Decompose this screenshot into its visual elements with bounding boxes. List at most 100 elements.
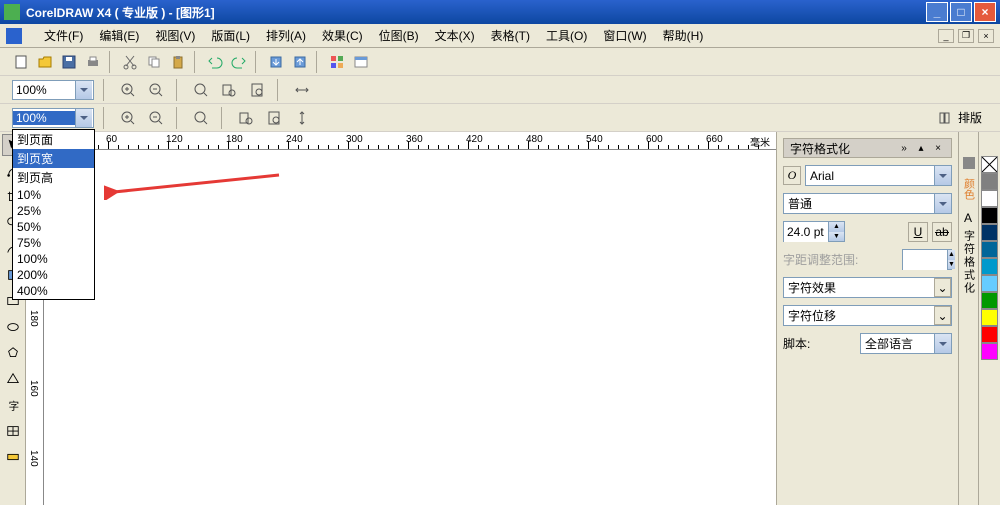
color-swatch[interactable] bbox=[981, 292, 998, 309]
menu-item[interactable]: 效果(C) bbox=[314, 25, 371, 46]
color-swatch[interactable] bbox=[981, 275, 998, 292]
zoom-option[interactable]: 400% bbox=[13, 283, 94, 299]
docker-tab-colors[interactable]: 颜色 bbox=[961, 178, 977, 200]
underline-button[interactable]: U bbox=[908, 222, 928, 242]
color-swatch[interactable] bbox=[981, 224, 998, 241]
chevron-down-icon[interactable] bbox=[75, 81, 92, 99]
no-color-swatch[interactable] bbox=[981, 156, 998, 173]
zoom-page-icon[interactable] bbox=[263, 107, 285, 129]
maximize-button[interactable]: □ bbox=[950, 2, 972, 22]
text-a-icon[interactable]: A bbox=[962, 210, 976, 224]
zoom-in-icon[interactable] bbox=[117, 79, 139, 101]
zoom-out-icon[interactable] bbox=[145, 107, 167, 129]
font-size-input[interactable] bbox=[784, 222, 828, 242]
strikethrough-button[interactable]: ab bbox=[932, 222, 952, 242]
cut-icon[interactable] bbox=[119, 51, 141, 73]
zoom-option[interactable]: 到页面 bbox=[13, 130, 94, 149]
mdi-minimize[interactable]: _ bbox=[938, 29, 954, 43]
zoom-all-icon[interactable] bbox=[235, 107, 257, 129]
docker-close-icon[interactable]: × bbox=[931, 141, 945, 155]
table-tool[interactable] bbox=[2, 420, 24, 442]
font-style-select[interactable]: 普通 bbox=[783, 193, 952, 214]
menu-item[interactable]: 窗口(W) bbox=[595, 25, 654, 46]
zoom-in-icon[interactable] bbox=[117, 107, 139, 129]
polygon-tool[interactable] bbox=[2, 342, 24, 364]
zoom-option[interactable]: 75% bbox=[13, 235, 94, 251]
spin-down[interactable]: ▼ bbox=[828, 232, 844, 242]
zoom-combo-1[interactable] bbox=[12, 80, 94, 100]
zoom-combo-2[interactable]: 到页面到页宽到页高10%25%50%75%100%200%400% bbox=[12, 108, 94, 128]
docker-tab-label[interactable]: 字符格式化 bbox=[961, 230, 977, 295]
canvas[interactable] bbox=[44, 150, 776, 505]
color-swatch[interactable] bbox=[981, 207, 998, 224]
basic-shapes-tool[interactable] bbox=[2, 368, 24, 390]
color-swatch[interactable] bbox=[981, 190, 998, 207]
menu-item[interactable]: 版面(L) bbox=[203, 25, 258, 46]
new-icon[interactable] bbox=[10, 51, 32, 73]
minimize-button[interactable]: _ bbox=[926, 2, 948, 22]
color-swatch[interactable] bbox=[981, 309, 998, 326]
import-icon[interactable] bbox=[265, 51, 287, 73]
typeset-button[interactable]: 排版 bbox=[932, 107, 988, 128]
zoom-width-icon[interactable] bbox=[291, 79, 313, 101]
zoom-option[interactable]: 到页高 bbox=[13, 168, 94, 187]
menu-item[interactable]: 表格(T) bbox=[483, 25, 538, 46]
mdi-restore[interactable]: ❐ bbox=[958, 29, 974, 43]
menu-item[interactable]: 排列(A) bbox=[258, 25, 314, 46]
chevron-down-icon[interactable] bbox=[75, 109, 92, 127]
zoom-out-icon[interactable] bbox=[145, 79, 167, 101]
char-shift-select[interactable]: 字符位移⌄ bbox=[783, 305, 952, 326]
char-effects-select[interactable]: 字符效果⌄ bbox=[783, 277, 952, 298]
print-icon[interactable] bbox=[82, 51, 104, 73]
chevron-down-icon[interactable] bbox=[934, 334, 951, 353]
menu-item[interactable]: 帮助(H) bbox=[655, 25, 712, 46]
zoom-page-icon[interactable] bbox=[246, 79, 268, 101]
fill-icon[interactable] bbox=[962, 156, 976, 170]
document-icon[interactable] bbox=[6, 28, 22, 44]
expand-icon[interactable]: ⌄ bbox=[934, 306, 951, 325]
ellipse-tool[interactable] bbox=[2, 316, 24, 338]
undo-icon[interactable] bbox=[204, 51, 226, 73]
menu-item[interactable]: 文件(F) bbox=[36, 25, 91, 46]
open-icon[interactable] bbox=[34, 51, 56, 73]
close-button[interactable]: × bbox=[974, 2, 996, 22]
menu-item[interactable]: 工具(O) bbox=[538, 25, 595, 46]
color-swatch[interactable] bbox=[981, 343, 998, 360]
menu-item[interactable]: 编辑(E) bbox=[91, 25, 147, 46]
interactive-tool[interactable] bbox=[2, 446, 24, 468]
text-tool[interactable]: 字 bbox=[2, 394, 24, 416]
menu-item[interactable]: 位图(B) bbox=[371, 25, 427, 46]
menu-item[interactable]: 视图(V) bbox=[147, 25, 203, 46]
zoom-option[interactable]: 50% bbox=[13, 219, 94, 235]
docker-collapse-icon[interactable]: » bbox=[897, 141, 911, 155]
color-swatch[interactable] bbox=[981, 258, 998, 275]
copy-icon[interactable] bbox=[143, 51, 165, 73]
zoom-option[interactable]: 到页宽 bbox=[13, 149, 94, 168]
script-select[interactable]: 全部语言 bbox=[860, 333, 952, 354]
docker-menu-icon[interactable]: ▴ bbox=[914, 141, 928, 155]
menu-item[interactable]: 文本(X) bbox=[427, 25, 483, 46]
redo-icon[interactable] bbox=[228, 51, 250, 73]
zoom-all-icon[interactable] bbox=[218, 79, 240, 101]
welcome-icon[interactable] bbox=[350, 51, 372, 73]
zoom-input-1[interactable] bbox=[13, 83, 75, 97]
spin-up[interactable]: ▲ bbox=[828, 222, 844, 232]
zoom-option[interactable]: 10% bbox=[13, 187, 94, 203]
zoom-selection-icon[interactable] bbox=[190, 79, 212, 101]
zoom-selection-icon[interactable] bbox=[190, 107, 212, 129]
font-select[interactable]: Arial bbox=[805, 165, 952, 186]
paste-icon[interactable] bbox=[167, 51, 189, 73]
horizontal-ruler[interactable]: 毫米 060120180240300360420480540600660 bbox=[44, 132, 776, 150]
chevron-down-icon[interactable] bbox=[934, 166, 951, 185]
export-icon[interactable] bbox=[289, 51, 311, 73]
zoom-option[interactable]: 100% bbox=[13, 251, 94, 267]
expand-icon[interactable]: ⌄ bbox=[934, 278, 951, 297]
zoom-height-icon[interactable] bbox=[291, 107, 313, 129]
chevron-down-icon[interactable] bbox=[934, 194, 951, 213]
color-swatch[interactable] bbox=[981, 241, 998, 258]
save-icon[interactable] bbox=[58, 51, 80, 73]
font-size-spinner[interactable]: ▲▼ bbox=[783, 221, 845, 242]
zoom-input-2[interactable] bbox=[13, 111, 75, 125]
app-launcher-icon[interactable] bbox=[326, 51, 348, 73]
zoom-option[interactable]: 25% bbox=[13, 203, 94, 219]
